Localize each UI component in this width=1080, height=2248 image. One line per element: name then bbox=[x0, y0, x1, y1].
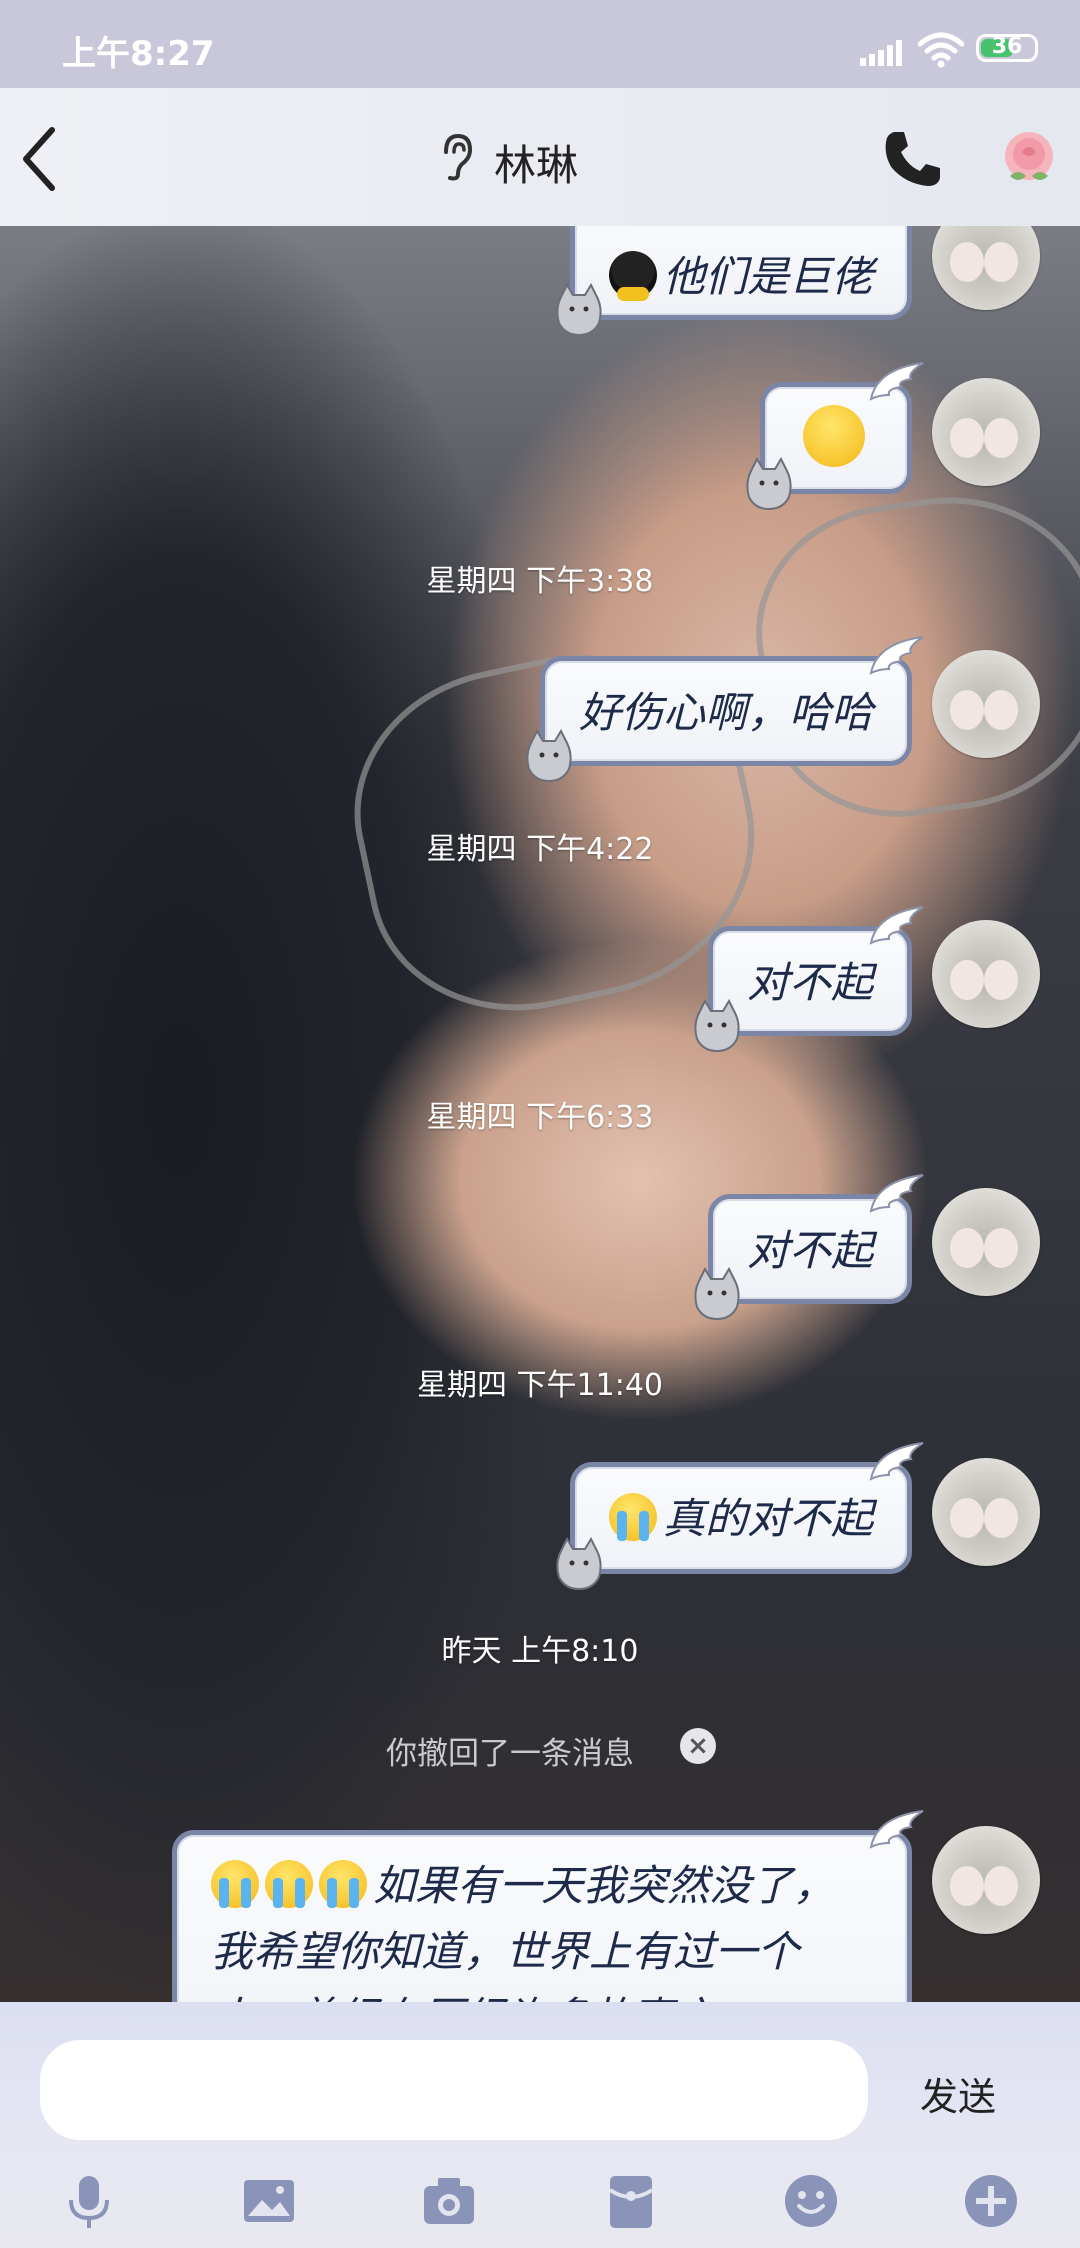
cat-decoration-icon bbox=[694, 1267, 740, 1321]
message-text: 好伤心啊，哈哈 bbox=[578, 688, 873, 737]
message-input[interactable] bbox=[40, 2040, 868, 2140]
wing-decoration-icon bbox=[869, 362, 924, 401]
timestamp: 星期四 下午11:40 bbox=[417, 1368, 663, 1403]
camera-icon[interactable] bbox=[418, 2170, 480, 2232]
crying-face-emoji bbox=[608, 1493, 657, 1541]
recall-notice: 你撤回了一条消息 bbox=[386, 1736, 634, 1772]
message-bubble[interactable]: 好伤心啊，哈哈 bbox=[526, 636, 924, 783]
message-text: 真的对不起 bbox=[662, 1494, 873, 1543]
wing-decoration-icon bbox=[869, 906, 924, 945]
cat-decoration-icon bbox=[526, 729, 572, 783]
chat-header: 林琳 bbox=[0, 88, 1080, 226]
timestamp: 星期四 下午3:38 bbox=[426, 564, 654, 599]
contact-name[interactable]: 林琳 bbox=[494, 132, 578, 193]
wing-decoration-icon bbox=[869, 636, 924, 675]
avatar[interactable] bbox=[932, 650, 1040, 758]
worried-face-emoji bbox=[803, 405, 865, 467]
crying-face-emoji bbox=[211, 1860, 259, 1908]
send-button[interactable]: 发送 bbox=[920, 2066, 996, 2121]
message-text: 他们是巨佬 bbox=[662, 252, 873, 301]
wifi-icon bbox=[918, 32, 964, 68]
composer-panel: 发送 bbox=[0, 2002, 1080, 2248]
message-list[interactable]: 他们是巨佬 星期四 下午3:38 好伤心啊，哈哈 星期四 下午4:22 对不起 … bbox=[0, 226, 1080, 2002]
back-arrow-icon[interactable] bbox=[16, 124, 66, 194]
message-bubble[interactable]: 真的对不起 bbox=[556, 1442, 924, 1591]
avatar[interactable] bbox=[932, 920, 1040, 1028]
timestamp: 星期四 下午4:22 bbox=[426, 832, 654, 867]
battery-level: 36 bbox=[991, 34, 1023, 59]
message-bubble[interactable] bbox=[746, 362, 924, 511]
message-bubble[interactable]: 对不起 bbox=[694, 1174, 924, 1321]
wing-decoration-icon bbox=[869, 1442, 924, 1481]
image-icon[interactable] bbox=[238, 2170, 300, 2232]
avatar[interactable] bbox=[932, 378, 1040, 486]
cat-decoration-icon bbox=[556, 1537, 602, 1591]
microphone-icon[interactable] bbox=[58, 2170, 120, 2232]
crying-face-emoji bbox=[319, 1860, 367, 1908]
plus-icon[interactable] bbox=[960, 2170, 1022, 2232]
message-bubble[interactable]: 他们是巨佬 bbox=[556, 226, 912, 337]
message-text: 对不起 bbox=[746, 958, 873, 1007]
crying-face-emoji bbox=[265, 1860, 313, 1908]
signal-icon bbox=[860, 38, 904, 66]
emoji-icon[interactable] bbox=[780, 2170, 842, 2232]
battery-icon: 36 bbox=[976, 34, 1038, 62]
close-icon[interactable]: × bbox=[680, 1728, 716, 1764]
message-text: 对不起 bbox=[746, 1226, 873, 1275]
qq-penguin-emoji bbox=[608, 251, 657, 301]
status-bar: 上午8:27 36 bbox=[0, 0, 1080, 88]
message-bubble[interactable]: 如果有一天我突然没了，我希望你知道，世界上有过一个人，曾经在历经许多故事之 bbox=[172, 1810, 924, 2002]
cat-decoration-icon bbox=[746, 457, 792, 511]
phone-call-icon[interactable] bbox=[882, 128, 944, 190]
message-bubble[interactable]: 对不起 bbox=[694, 906, 924, 1053]
red-packet-icon[interactable] bbox=[600, 2170, 662, 2232]
wing-decoration-icon bbox=[869, 1810, 924, 1849]
input-toolbar bbox=[0, 2162, 1080, 2248]
ear-icon[interactable] bbox=[436, 132, 476, 182]
avatar[interactable] bbox=[932, 1826, 1040, 1934]
timestamp: 星期四 下午6:33 bbox=[426, 1100, 654, 1135]
timestamp: 昨天 上午8:10 bbox=[441, 1634, 639, 1669]
rose-icon[interactable] bbox=[996, 126, 1062, 192]
avatar[interactable] bbox=[932, 1458, 1040, 1566]
avatar[interactable] bbox=[932, 1188, 1040, 1296]
avatar[interactable] bbox=[932, 226, 1040, 310]
cat-decoration-icon bbox=[694, 999, 740, 1053]
wing-decoration-icon bbox=[869, 1174, 924, 1213]
status-time: 上午8:27 bbox=[62, 34, 215, 74]
cat-decoration-icon bbox=[556, 283, 602, 337]
